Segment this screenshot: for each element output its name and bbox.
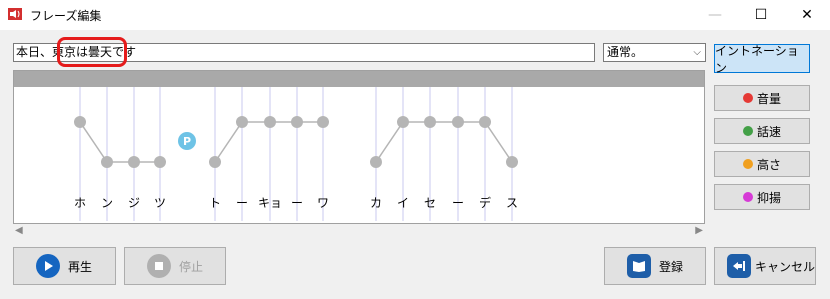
register-button[interactable]: 登録 — [604, 247, 706, 285]
emphasis-button[interactable]: 抑揚 — [714, 184, 810, 210]
mora-label: ー — [290, 196, 304, 210]
pitch-point[interactable] — [291, 116, 303, 128]
mora-label: ジ — [127, 196, 141, 210]
mora-label: ー — [451, 196, 465, 210]
intonation-button[interactable]: イントネーション — [714, 43, 810, 75]
maximize-button[interactable]: ☐ — [738, 0, 784, 30]
pitch-point[interactable] — [74, 116, 86, 128]
chevron-down-icon: ⌵ — [693, 47, 701, 58]
book-icon — [627, 254, 651, 278]
curve-segment — [375, 121, 404, 163]
emphasis-label: 抑揚 — [756, 190, 781, 205]
horizontal-scrollbar[interactable]: ◀ ▶ — [13, 224, 705, 238]
pitch-point[interactable] — [101, 156, 113, 168]
pitch-point[interactable] — [154, 156, 166, 168]
mode-select-value: 通常。 — [607, 45, 644, 59]
mora-label: ー — [235, 196, 249, 210]
pitch-point[interactable] — [264, 116, 276, 128]
play-label: 再生 — [68, 259, 93, 274]
pitch-point[interactable] — [128, 156, 140, 168]
mora-label: ト — [208, 196, 222, 210]
curve-segment — [79, 121, 108, 163]
pitch-label: 高さ — [756, 157, 781, 172]
stop-label: 停止 — [179, 259, 204, 274]
intonation-label: イントネーション — [715, 43, 799, 75]
pitch-point[interactable] — [317, 116, 329, 128]
minimize-button[interactable]: — — [692, 0, 738, 30]
pause-marker-label: P — [183, 135, 191, 148]
exit-icon — [727, 254, 751, 278]
emphasis-dot-icon — [742, 192, 753, 202]
mora-label: ス — [505, 196, 519, 210]
register-label: 登録 — [659, 259, 684, 274]
title-bar: フレーズ編集 — ☐ ✕ — [0, 0, 830, 30]
pitch-dot-icon — [742, 159, 753, 169]
mora-label: ホ — [73, 196, 87, 210]
pitch-point[interactable] — [479, 116, 491, 128]
pitch-point[interactable] — [370, 156, 382, 168]
mora-label: キョ — [257, 196, 283, 210]
mora-label: ツ — [153, 196, 167, 210]
mora-label: デ — [478, 196, 492, 210]
mora-label: セ — [423, 196, 437, 210]
red-highlight-annotation — [57, 37, 127, 67]
pitch-point[interactable] — [397, 116, 409, 128]
mora-label: ン — [100, 196, 114, 210]
pitch-point[interactable] — [236, 116, 248, 128]
speed-dot-icon — [742, 126, 753, 136]
stop-button[interactable]: 停止 — [124, 247, 226, 285]
speed-button[interactable]: 話速 — [714, 118, 810, 144]
volume-label: 音量 — [756, 91, 781, 106]
app-speaker-icon — [8, 8, 22, 20]
cancel-label: キャンセル — [755, 259, 816, 274]
mode-select[interactable]: 通常。 ⌵ — [603, 43, 706, 62]
intonation-graph[interactable]: P ホンジツトーキョーワカイセーデス — [13, 70, 705, 224]
mora-label: イ — [396, 196, 410, 210]
window-title: フレーズ編集 — [30, 9, 102, 23]
volume-dot-icon — [742, 93, 753, 103]
cancel-button[interactable]: キャンセル — [714, 247, 816, 285]
volume-button[interactable]: 音量 — [714, 85, 810, 111]
speed-label: 話速 — [756, 124, 781, 139]
close-button[interactable]: ✕ — [784, 0, 830, 30]
curve-segment — [484, 121, 513, 163]
pitch-point[interactable] — [506, 156, 518, 168]
pitch-point[interactable] — [424, 116, 436, 128]
mora-label: カ — [369, 196, 383, 210]
pitch-point[interactable] — [452, 116, 464, 128]
play-icon — [36, 254, 60, 278]
scroll-right-icon[interactable]: ▶ — [695, 225, 703, 236]
play-button[interactable]: 再生 — [13, 247, 116, 285]
curve-segment — [214, 121, 243, 163]
pitch-button[interactable]: 高さ — [714, 151, 810, 177]
intonation-curve[interactable]: P — [14, 71, 704, 223]
stop-icon — [147, 254, 171, 278]
pitch-point[interactable] — [209, 156, 221, 168]
scroll-left-icon[interactable]: ◀ — [15, 225, 23, 236]
mora-label: ワ — [316, 196, 330, 210]
